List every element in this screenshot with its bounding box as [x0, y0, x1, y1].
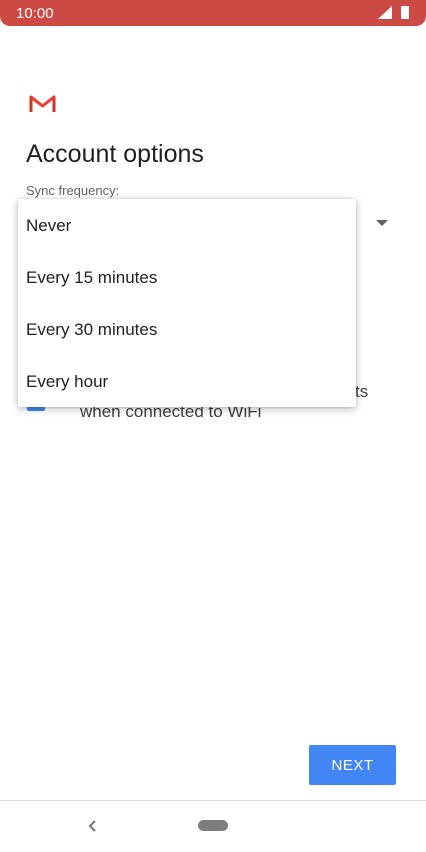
wifi-option-text-tail: ts: [355, 382, 369, 401]
dropdown-option-label: Every 30 minutes: [26, 320, 158, 339]
sync-frequency-label: Sync frequency:: [26, 183, 120, 198]
dropdown-option-15-minutes[interactable]: Every 15 minutes: [18, 251, 356, 303]
dropdown-option-label: Never: [26, 216, 72, 235]
page-title: Account options: [26, 140, 204, 168]
sync-frequency-dropdown: Never Every 15 minutes Every 30 minutes …: [18, 199, 356, 407]
dropdown-option-30-minutes[interactable]: Every 30 minutes: [18, 303, 356, 355]
status-bar: 10:00: [0, 0, 426, 26]
gmail-logo: [29, 95, 56, 112]
status-time: 10:00: [16, 5, 54, 22]
home-button[interactable]: [198, 820, 228, 831]
battery-icon: [401, 6, 409, 19]
dropdown-option-never[interactable]: Never: [18, 199, 356, 251]
dropdown-option-label: Every 15 minutes: [26, 268, 158, 287]
nav-bar-divider: [0, 800, 426, 801]
next-button[interactable]: NEXT: [309, 745, 396, 785]
dropdown-arrow-icon[interactable]: [376, 220, 388, 226]
back-icon[interactable]: [86, 818, 100, 834]
signal-icon: [378, 6, 392, 19]
dropdown-option-hour[interactable]: Every hour: [18, 355, 356, 407]
dropdown-option-label: Every hour: [26, 372, 109, 391]
